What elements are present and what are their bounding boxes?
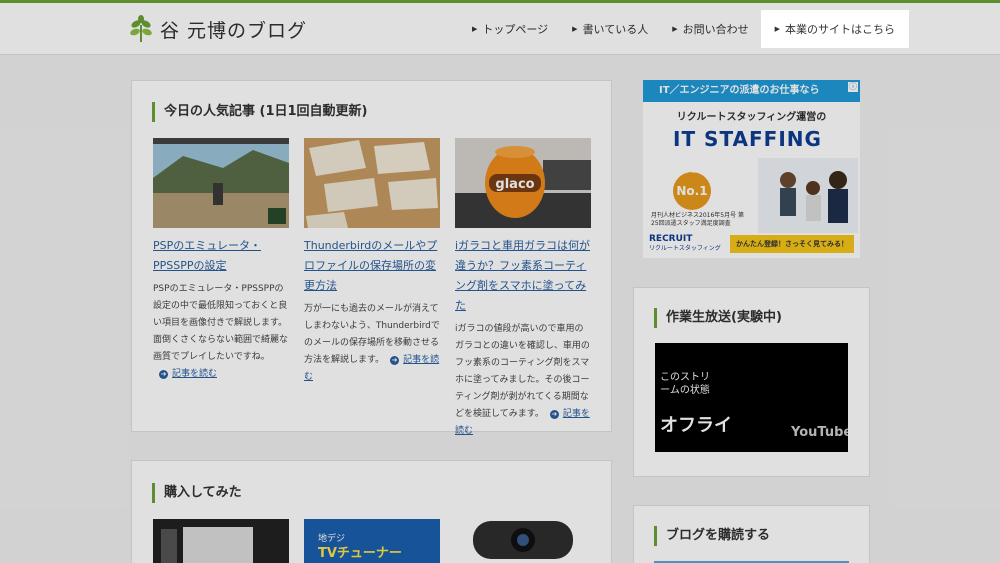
thumb-small-label: 地デジ	[318, 532, 345, 544]
excerpt-text: PSPのエミュレータ・PPSSPPの設定の中で最低限知っておくと良い項目を画像付…	[153, 284, 289, 362]
ad-footer: RECRUIT リクルートスタッフィング かんたん登録！さっそく見てみる！	[643, 230, 860, 258]
arrow-right-circle-icon: ➜	[390, 356, 400, 365]
arrow-right-circle-icon: ➜	[549, 410, 559, 419]
bought-items-widget: 購入してみた 地デジ TVチューナー	[131, 460, 612, 563]
excerpt-text: iガラコの値段が高いので車用のガラコとの違いを確認し、車用のフッ素系のコーティン…	[455, 324, 590, 419]
article-title-link[interactable]: iガラコと車用ガラコは何が違うか？フッ素系コーティング剤をスマホに塗ってみた	[455, 236, 591, 316]
site-logo[interactable]: 谷 元博のブログ	[128, 15, 307, 43]
product-thumbnail[interactable]	[455, 519, 591, 563]
ad-note: 月刊人材ビジネス2016年5月号 第25回派遣スタッフ満足度調査	[651, 212, 744, 227]
widget-title: 今日の人気記事 (1日1回自動更新)	[152, 102, 368, 122]
triangle-right-icon: ▶	[672, 25, 678, 33]
nav-item-author[interactable]: ▶ 書いている人	[560, 10, 660, 48]
article-card: PSPのエミュレータ・PPSSPPの設定 PSPのエミュレータ・PPSSPPの設…	[153, 138, 289, 383]
nav-item-label: お問い合わせ	[682, 23, 749, 36]
nav-item-label: 書いている人	[582, 23, 649, 36]
read-more-link[interactable]: 記事を読む	[172, 369, 217, 379]
popular-articles-widget: 今日の人気記事 (1日1回自動更新) PSPのエミュレータ・PPSSPPの設定 …	[131, 80, 612, 436]
nav-item-label: 本業のサイトはこちら	[785, 23, 896, 36]
nav-item-top-page[interactable]: ▶ トップページ	[460, 10, 560, 48]
nav-item-label: トップページ	[482, 23, 549, 36]
video-status-text: このストリームの状態	[660, 372, 710, 396]
thumb-label: glaco	[495, 177, 534, 192]
article-thumbnail[interactable]: glaco	[455, 138, 591, 228]
triangle-right-icon: ▶	[472, 25, 478, 33]
ad-cta-button[interactable]: かんたん登録！さっそく見てみる！	[730, 235, 854, 253]
nav-item-contact[interactable]: ▶ お問い合わせ	[660, 10, 760, 48]
subscribe-widget: ブログを購読する	[633, 505, 870, 563]
article-thumbnail[interactable]	[153, 138, 289, 228]
article-title-link[interactable]: PSPのエミュレータ・PPSSPPの設定	[153, 236, 289, 276]
ad-brand: IT STAFFING	[673, 127, 822, 151]
ad-badge-small: ウチコミ	[679, 168, 704, 175]
widget-title: 購入してみた	[152, 483, 242, 503]
video-player[interactable]: このストリームの状態 オフライ YouTube	[655, 343, 848, 452]
ad-header: IT／エンジニアの派遣のお仕事なら	[643, 80, 860, 102]
triangle-right-icon: ▶	[774, 25, 781, 33]
product-thumbnail[interactable]	[153, 519, 289, 563]
article-excerpt: PSPのエミュレータ・PPSSPPの設定の中で最低限知っておくと良い項目を画像付…	[153, 281, 289, 383]
widget-title: 作業生放送(実験中)	[654, 308, 782, 328]
widget-title: ブログを購読する	[654, 526, 770, 546]
ad-people-image	[758, 158, 858, 233]
article-card: Thunderbirdのメールやプロファイルの保存場所の変更方法 万が一にも過去…	[304, 138, 440, 386]
nav-item-main-site[interactable]: ▶ 本業のサイトはこちら	[760, 10, 910, 48]
site-header: 谷 元博のブログ ▶ トップページ ▶ 書いている人 ▶ お問い合わせ ▶ 本業のサイト…	[0, 3, 1000, 55]
article-excerpt: 万が一にも過去のメールが消えてしまわないよう、Thunderbirdでのメールの…	[304, 301, 440, 386]
article-thumbnail[interactable]	[304, 138, 440, 228]
ad-recruit-small: リクルートスタッフィング	[649, 245, 721, 252]
main-nav: ▶ トップページ ▶ 書いている人 ▶ お問い合わせ ▶ 本業のサイトはこちら	[460, 10, 910, 48]
article-card: glaco iガラコと車用ガラコは何が違うか？フッ素系コーティング剤をスマホに塗…	[455, 138, 591, 440]
article-excerpt: iガラコの値段が高いので車用のガラコとの違いを確認し、車用のフッ素系のコーティン…	[455, 321, 591, 440]
site-title: 谷 元博のブログ	[160, 19, 308, 42]
ad-recruit-logo: RECRUIT リクルートスタッフィング	[649, 235, 721, 253]
ad-badge-text: No.1	[676, 184, 708, 198]
youtube-logo[interactable]: YouTube	[791, 425, 848, 440]
triangle-right-icon: ▶	[572, 25, 578, 33]
arrow-right-circle-icon: ➜	[159, 370, 168, 379]
thumb-label: TVチューナー	[318, 546, 402, 561]
ad-badge: No.1	[673, 172, 711, 210]
ad-banner[interactable]: IT／エンジニアの派遣のお仕事なら ⓘ リクルートスタッフィング運営の IT S…	[643, 80, 860, 258]
product-thumbnail[interactable]: 地デジ TVチューナー	[304, 519, 440, 563]
article-title-link[interactable]: Thunderbirdのメールやプロファイルの保存場所の変更方法	[304, 236, 440, 296]
ad-subtitle: リクルートスタッフィング運営の	[676, 112, 827, 123]
ad-choices-icon[interactable]: ⓘ	[848, 82, 858, 92]
ad-recruit-text: RECRUIT	[649, 234, 693, 244]
leaf-icon	[130, 15, 152, 42]
video-offline-text: オフライ	[660, 415, 732, 436]
